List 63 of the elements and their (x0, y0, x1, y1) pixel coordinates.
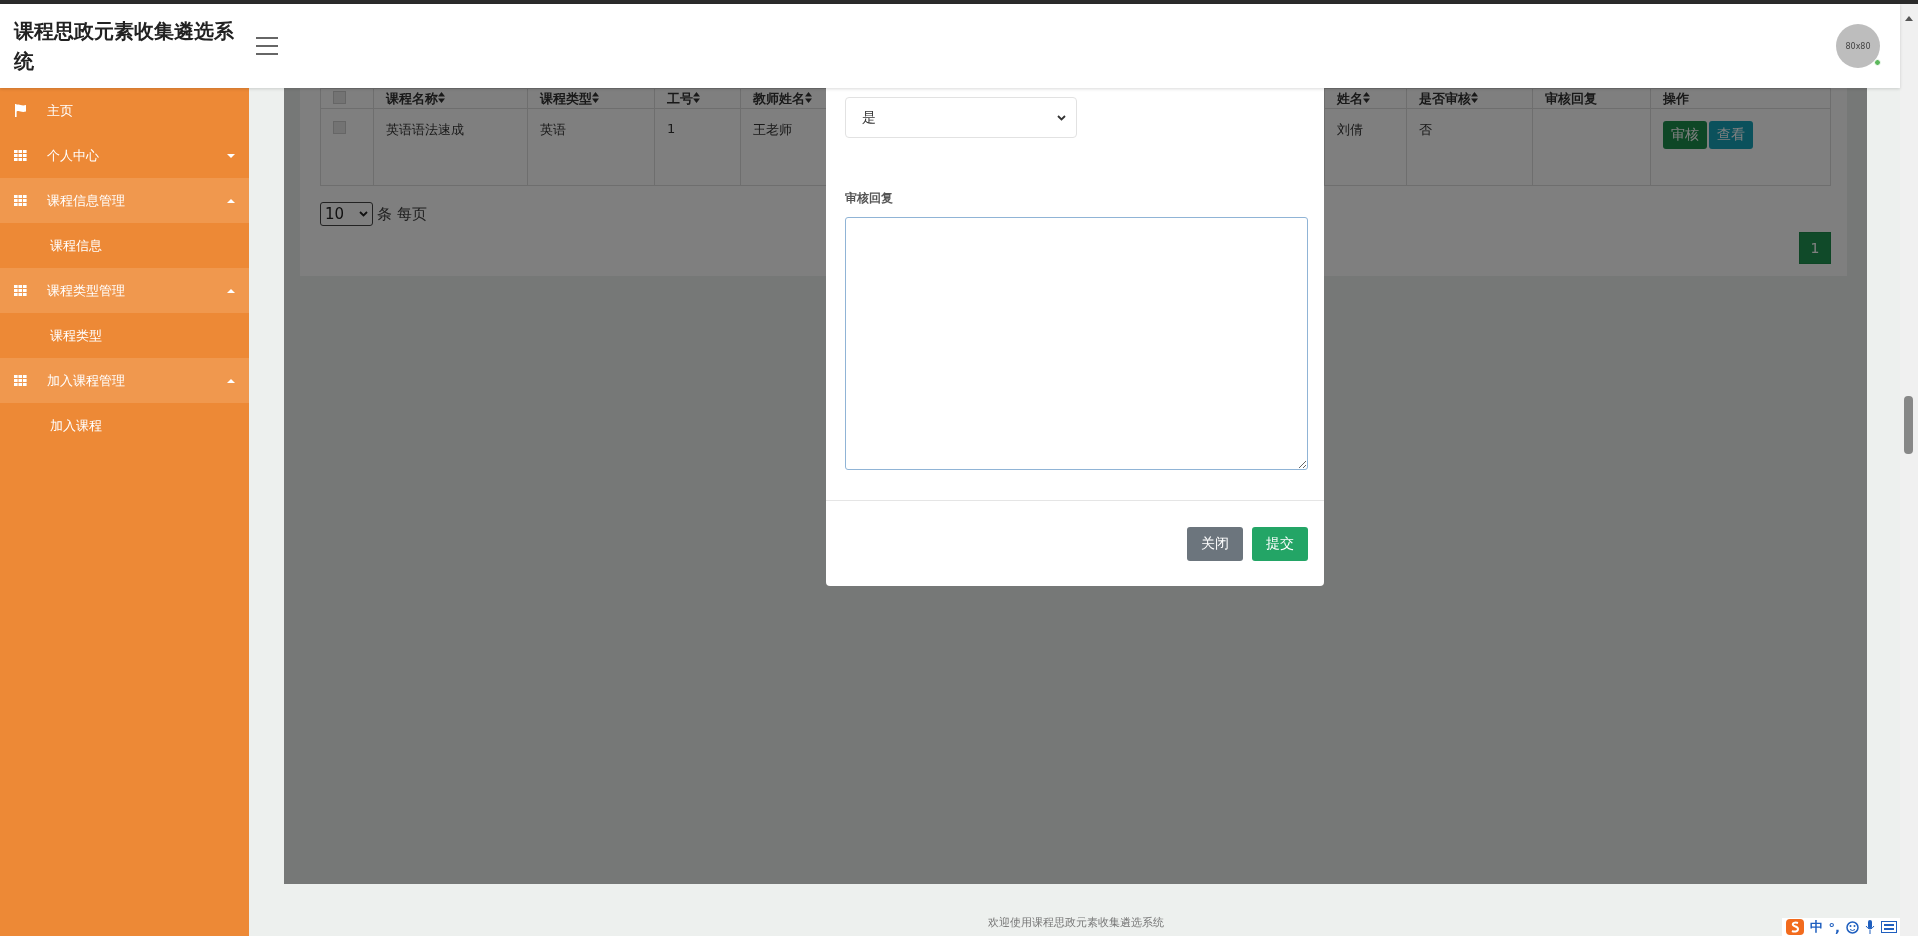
sort-icon[interactable] (592, 91, 599, 103)
sort-icon[interactable] (693, 91, 700, 103)
scrollbar-thumb[interactable] (1904, 396, 1913, 454)
microphone-icon[interactable] (1865, 920, 1875, 934)
flag-icon (14, 104, 27, 117)
column-header: 审核回复 (1532, 88, 1651, 109)
footer-text: 欢迎使用课程思政元素收集遴选系统 (987, 915, 1164, 930)
chevron-down-icon (359, 211, 368, 217)
ime-logo-icon[interactable] (1785, 919, 1804, 935)
review-button[interactable]: 审核 (1663, 121, 1707, 149)
column-header[interactable]: 姓名 (1324, 88, 1407, 109)
checkbox[interactable] (333, 90, 346, 104)
page-size-select[interactable]: 10 (320, 202, 373, 226)
keyboard-icon[interactable] (1881, 921, 1897, 933)
sidebar-label: 课程信息 (50, 236, 102, 255)
sidebar-item[interactable]: 加入课程管理 (0, 358, 249, 403)
sidebar-item[interactable]: 课程类型管理 (0, 268, 249, 313)
sidebar-label: 加入课程管理 (47, 371, 126, 390)
page-button[interactable]: 1 (1799, 232, 1831, 264)
review-select[interactable]: 是 (845, 97, 1077, 138)
scroll-up-icon[interactable] (1905, 16, 1913, 21)
field-label: 审核回复 (845, 190, 894, 207)
column-header[interactable]: 是否审核 (1406, 88, 1533, 109)
table-cell: 英语 (540, 122, 566, 137)
table-cell: 英语语法速成 (386, 122, 464, 137)
sidebar-label: 课程类型 (50, 326, 102, 345)
column-header[interactable]: 工号 (654, 88, 741, 109)
sort-icon[interactable] (1363, 91, 1370, 103)
chevron-down-icon (1057, 114, 1066, 121)
submit-button[interactable]: 提交 (1252, 526, 1308, 561)
reply-field[interactable] (845, 217, 1308, 470)
grid-icon (14, 195, 27, 206)
sidebar-label: 课程信息管理 (47, 191, 126, 210)
checkbox[interactable] (333, 121, 346, 134)
column-header[interactable]: 教师姓名 (740, 88, 827, 109)
grid-icon (14, 285, 27, 296)
sidebar-label: 课程类型管理 (47, 281, 126, 300)
menu-icon[interactable] (256, 37, 278, 55)
sort-icon[interactable] (1471, 91, 1478, 103)
sort-icon[interactable] (805, 91, 812, 103)
column-header[interactable]: 课程名称 (373, 88, 528, 109)
table-cell: 1 (667, 121, 676, 136)
table-cell: 刘倩 (1337, 122, 1363, 137)
close-button[interactable]: 关闭 (1187, 526, 1243, 561)
sort-icon[interactable] (438, 91, 445, 103)
page-size-label: 条 每页 (377, 204, 427, 224)
ime-punctuation[interactable]: °, (1828, 919, 1840, 935)
smiley-icon[interactable] (1846, 920, 1859, 934)
table-cell: 王老师 (753, 122, 792, 137)
column-header: 操作 (1650, 88, 1831, 109)
sidebar-item[interactable]: 课程信息管理 (0, 178, 249, 223)
view-button[interactable]: 查看 (1709, 121, 1753, 149)
column-header[interactable]: 课程类型 (527, 88, 655, 109)
grid-icon (14, 375, 27, 386)
table-cell: 否 (1419, 122, 1432, 137)
grid-icon (14, 150, 27, 161)
sidebar-label: 加入课程 (50, 416, 102, 435)
avatar[interactable]: 80x80 (1836, 24, 1880, 68)
sidebar-label: 个人中心 (47, 146, 100, 165)
app-title: 课程思政元素收集遴选系统 (14, 18, 235, 75)
sidebar-label: 主页 (47, 101, 74, 120)
ime-mode[interactable]: 中 (1809, 918, 1823, 936)
scrollbar[interactable] (1900, 4, 1918, 936)
